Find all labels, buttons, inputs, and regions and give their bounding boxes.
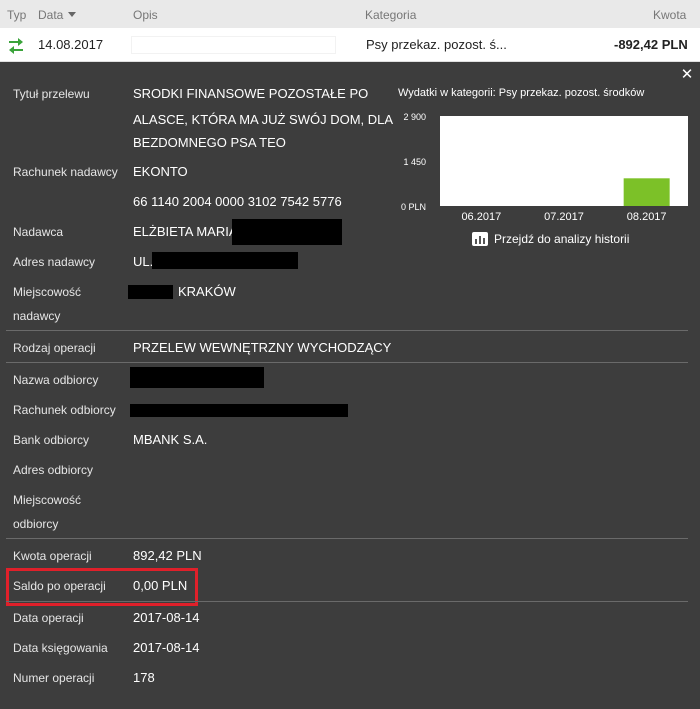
value-nadawca: ELŻBIETA MARIA (133, 224, 238, 239)
label-adres-nadawcy: Adres nadawcy (13, 255, 96, 269)
redaction-miejscowosc-nadawcy (128, 285, 173, 299)
label-numer: Numer operacji (13, 671, 95, 685)
value-numer: 178 (133, 670, 155, 685)
divider (6, 601, 688, 602)
sort-down-icon (68, 12, 77, 17)
label-rachunek-nadawcy: Rachunek nadawcy (13, 165, 118, 179)
label-nazwa-odbiorcy: Nazwa odbiorcy (13, 373, 99, 387)
row-description-hidden (131, 36, 336, 54)
divider (6, 330, 688, 331)
value-rodzaj: PRZELEW WEWNĘTRZNY WYCHODZĄCY (133, 340, 392, 355)
redaction-nadawca (232, 219, 342, 245)
label-data-operacji: Data operacji (13, 611, 84, 625)
value-rachunek-nadawcy-2: 66 1140 2004 0000 3102 7542 5776 (133, 194, 342, 209)
chart-title: Wydatki w kategorii: Psy przekaz. pozost… (398, 87, 645, 99)
row-date: 14.08.2017 (38, 37, 104, 52)
label-adres-odbiorcy: Adres odbiorcy (13, 463, 94, 477)
y-tick-label: 1 450 (403, 157, 426, 167)
history-link-label: Przejdź do analizy historii (494, 232, 630, 246)
label-nadawca: Nadawca (13, 225, 64, 239)
history-analysis-link[interactable]: Przejdź do analizy historii (472, 232, 629, 246)
value-kwota: 892,42 PLN (133, 548, 202, 563)
x-tick-label: 08.2017 (627, 211, 667, 223)
redaction-adres-nadawcy (152, 252, 298, 269)
label-miejscowosc-odbiorcy-2: odbiorcy (13, 517, 59, 531)
label-miejscowosc-nadawcy-1: Miejscowość (13, 285, 82, 299)
value-data-ksiegowania: 2017-08-14 (133, 640, 200, 655)
y-tick-label: 2 900 (403, 112, 426, 122)
divider (6, 362, 688, 363)
value-rachunek-nadawcy-1: EKONTO (133, 164, 188, 179)
col-opis[interactable]: Opis (133, 8, 158, 22)
label-bank-odbiorcy: Bank odbiorcy (13, 433, 90, 447)
value-miejscowosc-nadawcy: KRAKÓW (178, 284, 236, 299)
row-category: Psy przekaz. pozost. ś... (366, 37, 507, 52)
label-tytul: Tytuł przelewu (13, 87, 90, 101)
divider (6, 538, 688, 539)
transaction-details-panel: ✕ Tytuł przelewu SRODKI FINANSOWE POZOST… (0, 62, 700, 709)
label-miejscowosc-odbiorcy-1: Miejscowość (13, 493, 82, 507)
col-kwota[interactable]: Kwota (653, 8, 686, 22)
transfer-arrows-icon (9, 38, 23, 54)
label-rodzaj: Rodzaj operacji (13, 341, 96, 355)
redaction-rachunek-odbiorcy (130, 404, 348, 417)
col-typ: Typ (7, 8, 27, 22)
bar-08.2017 (623, 178, 670, 206)
label-data-ksiegowania: Data księgowania (13, 641, 108, 655)
x-tick-label: 06.2017 (461, 211, 501, 223)
row-amount: -892,42 PLN (614, 37, 688, 52)
label-kwota: Kwota operacji (13, 549, 92, 563)
close-icon[interactable]: ✕ (680, 67, 694, 82)
value-tytul-1: SRODKI FINANSOWE POZOSTAŁE PO (133, 86, 369, 101)
value-bank-odbiorcy: MBANK S.A. (133, 432, 208, 447)
x-tick-label: 07.2017 (544, 211, 584, 223)
category-spending-chart: 0 PLN 1 450 2 900 06.2017 07.2017 08.2017 (401, 112, 688, 223)
value-adres-nadawcy: UL. (133, 254, 154, 269)
y-tick-label: 0 PLN (401, 202, 426, 212)
transactions-header: Typ Data Opis Kategoria Kwota (0, 0, 700, 28)
label-rachunek-odbiorcy: Rachunek odbiorcy (13, 403, 116, 417)
label-miejscowosc-nadawcy-2: nadawcy (13, 309, 61, 323)
col-data[interactable]: Data (38, 8, 77, 22)
bar-chart-icon (472, 232, 488, 246)
redaction-nazwa-odbiorcy (130, 367, 264, 388)
value-data-operacji: 2017-08-14 (133, 610, 200, 625)
transaction-row[interactable]: 14.08.2017 Psy przekaz. pozost. ś... -89… (0, 28, 700, 62)
col-kategoria[interactable]: Kategoria (365, 8, 416, 22)
value-tytul-3: BEZDOMNEGO PSA TEO (133, 135, 286, 150)
